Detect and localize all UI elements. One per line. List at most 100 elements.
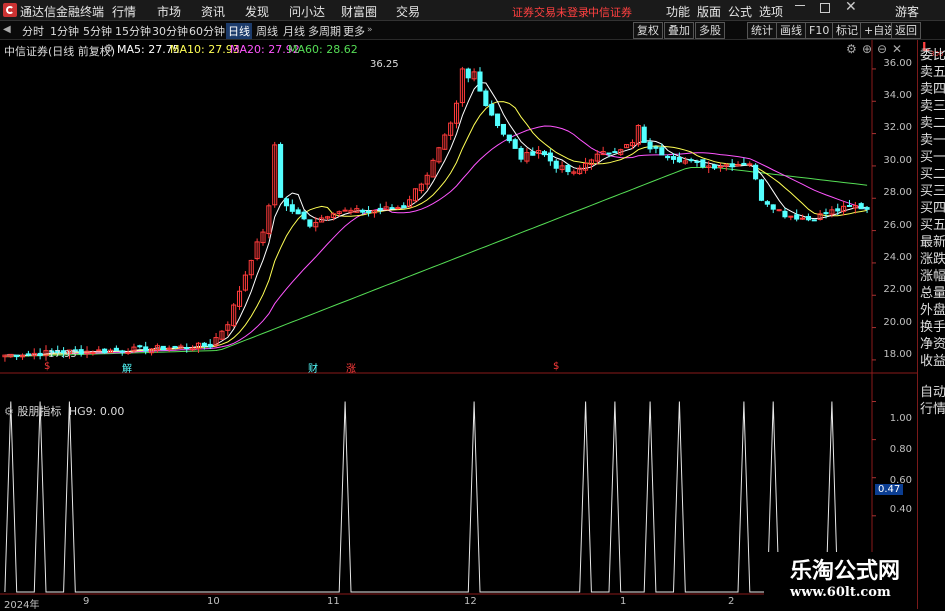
- side-item[interactable]: 换手: [920, 319, 945, 336]
- event-marker[interactable]: $: [553, 361, 559, 372]
- ma5-line: [4, 82, 868, 356]
- side-item[interactable]: 委比: [920, 47, 945, 64]
- candle-body: [753, 164, 759, 180]
- side-item[interactable]: 最新: [920, 234, 945, 251]
- event-marker[interactable]: $: [44, 361, 50, 372]
- side-item[interactable]: 外盘: [920, 302, 945, 319]
- candle-body: [782, 210, 788, 218]
- date-tick: 10: [207, 596, 220, 607]
- candle-body: [764, 201, 770, 205]
- event-marker[interactable]: 财: [308, 360, 318, 375]
- event-marker[interactable]: 涨: [346, 360, 356, 375]
- candle-body: [278, 143, 284, 198]
- candle-body: [377, 207, 383, 211]
- candle-body: [518, 147, 524, 160]
- price-tick: 34.00: [883, 90, 912, 101]
- event-marker[interactable]: 解: [122, 360, 132, 375]
- side-item[interactable]: 买三: [920, 183, 945, 200]
- candle-body: [794, 214, 800, 220]
- side-item[interactable]: 卖三: [920, 98, 945, 115]
- side-item[interactable]: 买四: [920, 200, 945, 217]
- candle-body: [342, 209, 348, 212]
- price-tick: 32.00: [883, 122, 912, 133]
- high-price-label: 36.25: [370, 59, 399, 70]
- candle-body: [741, 162, 747, 166]
- watermark-title: 乐淘公式网: [790, 558, 901, 584]
- candle-body: [858, 203, 864, 210]
- candle-body: [541, 151, 548, 156]
- candle-body: [307, 219, 313, 227]
- candle-body: [483, 90, 489, 106]
- candle-body: [641, 126, 647, 143]
- candle-body: [864, 207, 870, 210]
- candle-body: [14, 354, 20, 358]
- candle-body: [102, 348, 108, 354]
- price-tick: 20.00: [883, 317, 912, 328]
- side-item[interactable]: 涨跌: [920, 251, 945, 268]
- candle-body: [758, 179, 765, 201]
- price-tick: 22.00: [883, 284, 912, 295]
- candle-body: [495, 113, 501, 127]
- candle-body: [283, 198, 289, 207]
- candle-body: [125, 351, 131, 354]
- indicator-title[interactable]: ⚙ 股朋指标 HG9: 0.00: [4, 403, 124, 419]
- candle-body: [295, 209, 301, 215]
- candle-body: [800, 217, 806, 220]
- candle-body: [113, 347, 119, 351]
- side-item[interactable]: 净资: [920, 336, 945, 353]
- candle-body: [612, 151, 618, 154]
- candle-body: [512, 139, 518, 149]
- candle-body: [489, 103, 495, 116]
- ma60-line: [4, 167, 868, 358]
- price-tick: 36.00: [883, 58, 912, 69]
- candle-body: [506, 134, 512, 142]
- side-item[interactable]: 买二: [920, 166, 945, 183]
- candle-body: [289, 204, 295, 212]
- side-item[interactable]: 买五: [920, 217, 945, 234]
- candle-body: [465, 68, 471, 79]
- candle-body: [530, 151, 536, 156]
- price-tick: 30.00: [883, 155, 912, 166]
- candle-body: [172, 345, 178, 348]
- candle-body: [835, 208, 841, 212]
- candle-body: [565, 164, 571, 173]
- indicator-value: HG9: 0.00: [68, 405, 125, 418]
- candle-body: [712, 164, 718, 169]
- candle-body: [553, 160, 559, 169]
- candle-body: [90, 352, 96, 355]
- candle-body: [184, 347, 190, 350]
- candle-body: [688, 159, 694, 162]
- date-tick: 12: [464, 596, 477, 607]
- side-item[interactable]: 行情: [920, 401, 945, 418]
- side-item[interactable]: 收益: [920, 353, 945, 370]
- price-tick: 24.00: [883, 252, 912, 263]
- side-item[interactable]: 卖一: [920, 132, 945, 149]
- side-item[interactable]: 卖二: [920, 115, 945, 132]
- side-item[interactable]: 涨幅: [920, 268, 945, 285]
- side-item[interactable]: 总量: [920, 285, 945, 302]
- side-item[interactable]: 自动: [920, 384, 945, 401]
- indicator-current-value: 0.47: [875, 484, 904, 495]
- side-item[interactable]: 卖四: [920, 81, 945, 98]
- price-tick: 18.00: [883, 349, 912, 360]
- settings-icon[interactable]: ⚙: [4, 405, 14, 418]
- candle-body: [647, 141, 653, 150]
- watermark-url: www.60lt.com: [790, 585, 891, 600]
- candle-body: [137, 345, 143, 348]
- candle-body: [676, 157, 682, 163]
- candle-body: [477, 71, 483, 92]
- side-item[interactable]: 买一: [920, 149, 945, 166]
- candle-body: [659, 147, 665, 156]
- candle-body: [78, 349, 84, 355]
- candle-body: [811, 219, 817, 222]
- candle-body: [700, 159, 706, 168]
- price-tick: 26.00: [883, 220, 912, 231]
- indicator-tick: 1.00: [889, 413, 912, 424]
- candle-body: [729, 163, 735, 168]
- candle-body: [360, 209, 366, 213]
- side-item[interactable]: 卖五: [920, 64, 945, 81]
- chart-area[interactable]: [0, 0, 945, 609]
- low-price-label: 17.93: [48, 349, 77, 360]
- ma10-line: [4, 101, 868, 356]
- candle-body: [823, 212, 829, 215]
